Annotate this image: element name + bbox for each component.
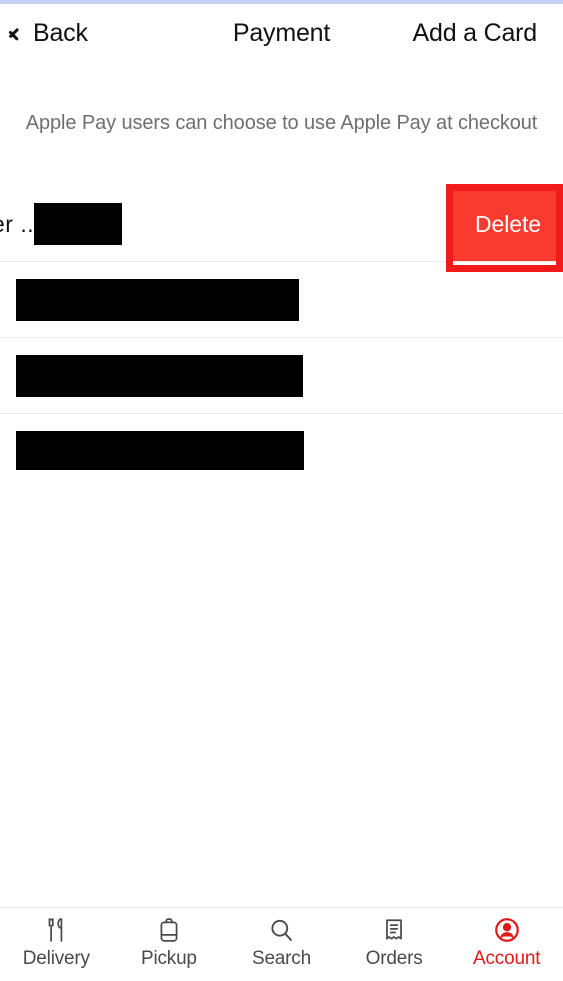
table-row[interactable]: er .. Delete bbox=[0, 186, 563, 262]
apple-pay-notice: Apple Pay users can choose to use Apple … bbox=[25, 112, 538, 134]
table-row[interactable] bbox=[0, 338, 563, 414]
table-row[interactable] bbox=[0, 262, 563, 338]
redaction-bar bbox=[16, 279, 299, 321]
bottom-tab-bar: Delivery Pickup Search Orders Account bbox=[0, 907, 563, 973]
tab-pickup[interactable]: Pickup bbox=[113, 908, 226, 981]
tab-label: Account bbox=[473, 948, 541, 969]
tab-label: Pickup bbox=[140, 948, 197, 969]
search-icon bbox=[265, 915, 297, 945]
tab-orders[interactable]: Orders bbox=[338, 908, 451, 981]
redaction-bar bbox=[16, 355, 303, 397]
payment-card-list: er .. Delete bbox=[0, 186, 563, 490]
tab-label: Orders bbox=[365, 948, 423, 969]
bag-icon bbox=[153, 915, 185, 945]
delete-button[interactable]: Delete bbox=[453, 186, 563, 262]
receipt-icon bbox=[378, 915, 410, 945]
tab-label: Delivery bbox=[22, 948, 90, 969]
redaction-bar bbox=[16, 431, 304, 473]
empty-content-area bbox=[0, 470, 563, 910]
card-label-truncated: er .. bbox=[0, 210, 35, 237]
card-row-content: er .. bbox=[0, 186, 503, 262]
nav-header: Back Payment Add a Card bbox=[0, 4, 563, 62]
tab-label: Search bbox=[251, 948, 311, 969]
user-circle-icon bbox=[491, 915, 523, 945]
redaction-bar bbox=[34, 203, 123, 245]
tab-account[interactable]: Account bbox=[450, 908, 563, 981]
utensils-icon bbox=[40, 915, 72, 945]
tab-search[interactable]: Search bbox=[225, 908, 338, 981]
tab-delivery[interactable]: Delivery bbox=[0, 908, 113, 981]
add-a-card-button[interactable]: Add a Card bbox=[413, 19, 538, 48]
